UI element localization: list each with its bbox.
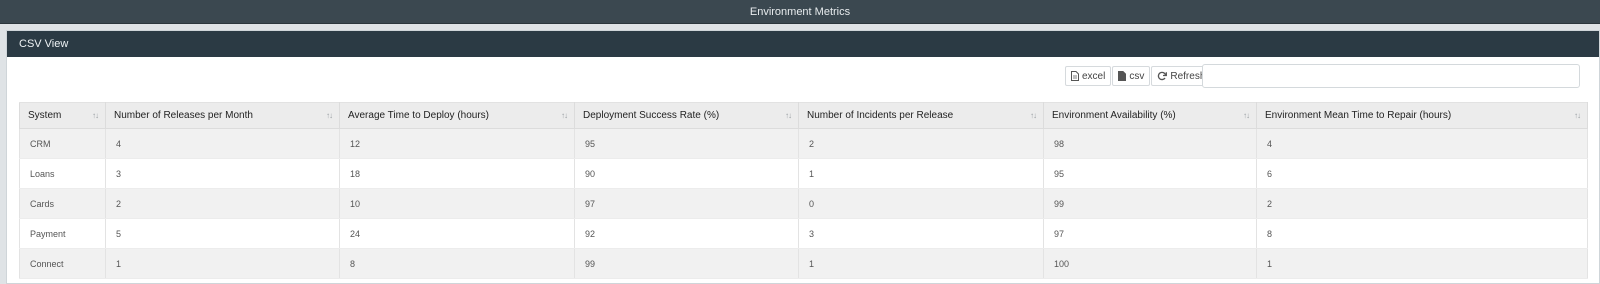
table-cell: 24 <box>339 218 575 249</box>
metrics-table: System ↑↓ Number of Releases per Month ↑↓ Av… <box>19 102 1588 279</box>
column-header[interactable]: Number of Releases per Month ↑↓ <box>105 102 340 129</box>
table-cell: 92 <box>574 218 799 249</box>
table-cell: 97 <box>574 188 799 219</box>
csv-view-panel: CSV View excel csv Refresh System ↑↓ Num… <box>6 30 1600 284</box>
table-cell: Loans <box>19 158 106 189</box>
table-cell: 98 <box>1043 128 1257 159</box>
sort-icon[interactable]: ↑↓ <box>1574 111 1581 120</box>
table-cell: 5 <box>105 218 340 249</box>
table-cell: CRM <box>19 128 106 159</box>
sort-icon[interactable]: ↑↓ <box>92 111 99 120</box>
sort-icon[interactable]: ↑↓ <box>1243 111 1250 120</box>
app-title-bar: Environment Metrics <box>0 0 1600 24</box>
table-cell: Cards <box>19 188 106 219</box>
table-row[interactable]: Cards 2 10 97 0 99 2 <box>19 188 1588 219</box>
table-row[interactable]: Loans 3 18 90 1 95 6 <box>19 158 1588 189</box>
table-cell: 95 <box>574 128 799 159</box>
table-row[interactable]: Payment 5 24 92 3 97 8 <box>19 218 1588 249</box>
column-header-label: Environment Mean Time to Repair (hours) <box>1265 110 1452 121</box>
app-title: Environment Metrics <box>749 5 851 18</box>
table-cell: 99 <box>574 248 799 279</box>
metrics-table-wrapper: System ↑↓ Number of Releases per Month ↑↓ Av… <box>19 102 1588 279</box>
table-cell: Connect <box>19 248 106 279</box>
column-header[interactable]: System ↑↓ <box>19 102 106 129</box>
column-header-label: Environment Availability (%) <box>1052 110 1176 121</box>
table-cell: 8 <box>339 248 575 279</box>
table-cell: 18 <box>339 158 575 189</box>
table-cell: 2 <box>1256 188 1588 219</box>
table-body: CRM 4 12 95 2 98 4 Loans 3 18 90 1 95 6 Cards 2 10 97 0 99 2… <box>19 128 1588 279</box>
sort-icon[interactable]: ↑↓ <box>326 111 333 120</box>
table-cell: 3 <box>105 158 340 189</box>
export-csv-button[interactable]: csv <box>1112 66 1151 86</box>
sort-icon[interactable]: ↑↓ <box>785 111 792 120</box>
table-cell: 95 <box>1043 158 1257 189</box>
table-row[interactable]: Connect 1 8 99 1 100 1 <box>19 248 1588 279</box>
table-cell: 1 <box>1256 248 1588 279</box>
table-cell: 1 <box>105 248 340 279</box>
file-icon <box>1118 71 1127 81</box>
table-cell: 10 <box>339 188 575 219</box>
table-cell: 2 <box>105 188 340 219</box>
refresh-icon <box>1157 71 1168 81</box>
column-header[interactable]: Number of Incidents per Release ↑↓ <box>798 102 1044 129</box>
sort-icon[interactable]: ↑↓ <box>1030 111 1037 120</box>
table-cell: 4 <box>1256 128 1588 159</box>
panel-title: CSV View <box>19 38 69 50</box>
column-header-label: Average Time to Deploy (hours) <box>348 110 489 121</box>
csv-label: csv <box>1129 70 1145 82</box>
table-cell: 6 <box>1256 158 1588 189</box>
search-input[interactable] <box>1202 64 1580 88</box>
table-cell: 4 <box>105 128 340 159</box>
table-cell: 99 <box>1043 188 1257 219</box>
table-header-row: System ↑↓ Number of Releases per Month ↑↓ Av… <box>19 102 1588 129</box>
sort-icon[interactable]: ↑↓ <box>561 111 568 120</box>
table-cell: 8 <box>1256 218 1588 249</box>
refresh-label: Refresh <box>1170 70 1206 82</box>
table-cell: 1 <box>798 248 1044 279</box>
table-cell: 3 <box>798 218 1044 249</box>
column-header-label: System <box>28 110 62 121</box>
table-cell: 0 <box>798 188 1044 219</box>
panel-header: CSV View <box>7 31 1599 57</box>
table-cell: Payment <box>19 218 106 249</box>
table-cell: 97 <box>1043 218 1257 249</box>
export-button-group: excel csv Refresh <box>1065 66 1212 86</box>
table-cell: 12 <box>339 128 575 159</box>
column-header-label: Deployment Success Rate (%) <box>583 110 720 121</box>
table-cell: 90 <box>574 158 799 189</box>
table-cell: 100 <box>1043 248 1257 279</box>
table-cell: 2 <box>798 128 1044 159</box>
column-header-label: Number of Incidents per Release <box>807 110 954 121</box>
table-row[interactable]: CRM 4 12 95 2 98 4 <box>19 128 1588 159</box>
toolbar: excel csv Refresh <box>7 63 1599 89</box>
export-excel-button[interactable]: excel <box>1065 66 1112 86</box>
column-header[interactable]: Average Time to Deploy (hours) ↑↓ <box>339 102 575 129</box>
column-header-label: Number of Releases per Month <box>114 110 253 121</box>
column-header[interactable]: Environment Availability (%) ↑↓ <box>1043 102 1257 129</box>
column-header[interactable]: Environment Mean Time to Repair (hours) ↑… <box>1256 102 1588 129</box>
file-icon <box>1071 71 1079 81</box>
excel-label: excel <box>1082 70 1106 82</box>
table-cell: 1 <box>798 158 1044 189</box>
column-header[interactable]: Deployment Success Rate (%) ↑↓ <box>574 102 799 129</box>
